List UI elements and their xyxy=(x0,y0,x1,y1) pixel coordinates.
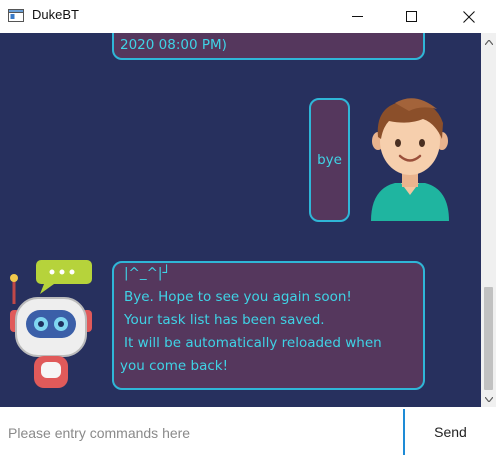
message-text: bye xyxy=(317,152,342,168)
message-text: you come back! xyxy=(120,358,229,374)
bot-message-bubble: |^_^|┘ Bye. Hope to see you again soon! … xyxy=(112,261,425,390)
minimize-button[interactable] xyxy=(334,0,380,33)
window-title: DukeBT xyxy=(32,7,79,22)
message-text: 2020 08:00 PM) xyxy=(120,37,227,53)
close-icon xyxy=(463,10,475,23)
send-button-label: Send xyxy=(434,424,467,440)
scroll-up-arrow-icon xyxy=(484,39,493,45)
scrollbar-thumb[interactable] xyxy=(484,287,493,390)
scroll-up-button[interactable] xyxy=(481,35,496,49)
minimize-icon xyxy=(351,16,363,17)
message-text: |^_^|┘ xyxy=(124,265,171,281)
bot-message-bubble: 2020 08:00 PM) xyxy=(112,33,425,60)
command-input[interactable] xyxy=(0,410,402,455)
vertical-scrollbar[interactable] xyxy=(481,33,496,407)
maximize-button[interactable] xyxy=(388,0,434,33)
maximize-icon xyxy=(405,11,417,22)
send-button[interactable]: Send xyxy=(403,409,496,455)
user-avatar-icon xyxy=(371,98,449,221)
message-text: Your task list has been saved. xyxy=(124,312,325,328)
close-button[interactable] xyxy=(446,0,492,33)
scroll-down-button[interactable] xyxy=(481,392,496,406)
message-text: Bye. Hope to see you again soon! xyxy=(124,289,352,305)
scroll-down-arrow-icon xyxy=(484,396,493,402)
user-message-bubble: bye xyxy=(309,98,350,222)
message-text: It will be automatically reloaded when xyxy=(124,335,382,351)
title-bar: DukeBT xyxy=(0,0,496,33)
app-window-icon xyxy=(8,9,24,22)
robot-avatar-icon xyxy=(10,260,92,388)
chat-scroll-pane[interactable]: 2020 08:00 PM) bye |^_^|┘ Bye. Hope to s… xyxy=(0,33,481,407)
